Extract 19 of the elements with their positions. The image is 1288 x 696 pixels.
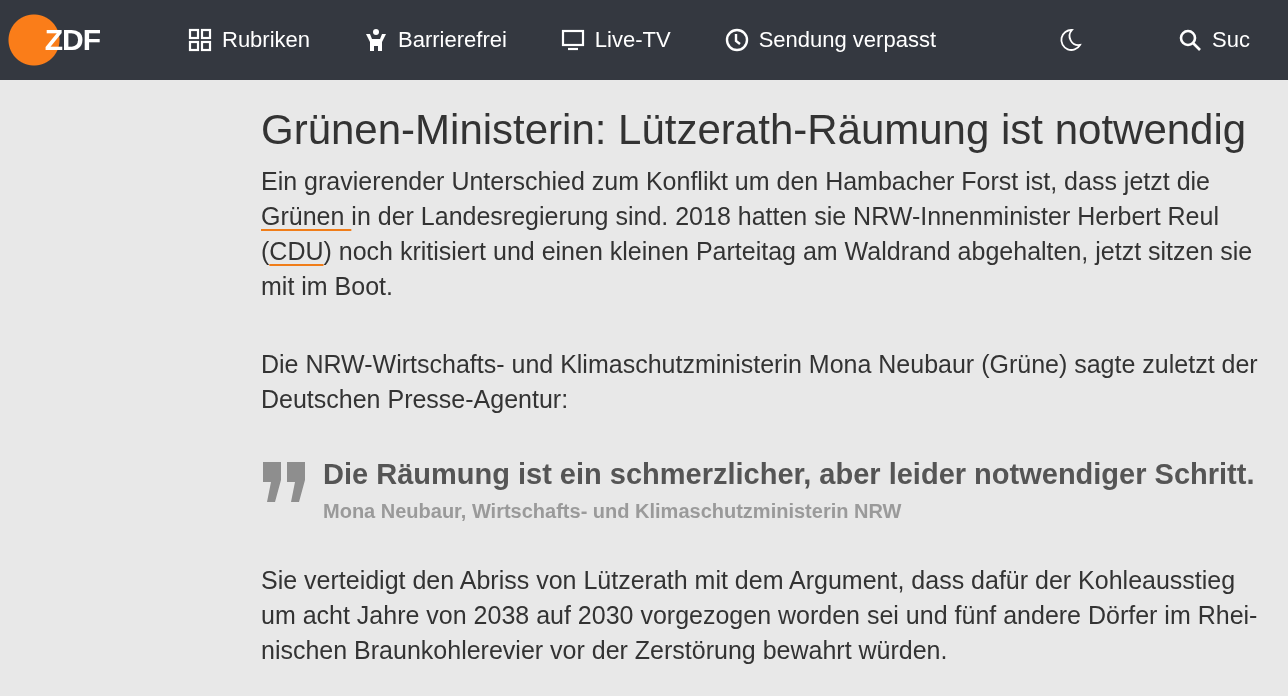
quote-source: Mona Neubaur, Wirtschafts- und Klimaschutzministerin NRW: [323, 500, 903, 523]
monitor-icon: [560, 28, 585, 52]
grid-icon: [188, 28, 212, 52]
article-paragraph: Die NRW-Wirtschafts- und Klimaschutzministerin Mona Neubaur (Grüne) sagte zuletzt der Deutschen Presse-Agentur:: [261, 349, 1259, 415]
nav-link[interactable]: Rubriken: [188, 27, 311, 53]
nav-link[interactable]: Suc: [1178, 27, 1250, 53]
moon-button[interactable]: [1058, 28, 1082, 52]
text-link[interactable]: CDU: [269, 237, 324, 265]
clock-icon: [724, 28, 749, 52]
search-icon: [1178, 28, 1202, 52]
text-link[interactable]: Grünen: [261, 202, 352, 230]
nav-link[interactable]: Sendung verpasst: [724, 27, 936, 53]
article-title: Grünen-Ministerin: Lützerath-Räumung ist notwendig: [261, 106, 1248, 154]
article-paragraph: Sie verteidigt den Abriss von Lützerath mit dem Argument, dass dafür der Kohleausstieg um acht Jahre von 2038 auf 2030 vorgezogen worden sei und fünf andere Dörfer im Rhei-nischen Braunkohlerevier vor der Zerstörung bewahrt würden.: [261, 565, 1259, 666]
person-icon: [364, 28, 389, 52]
quote-text: Die Räumung ist ein schmerzlicher, aber leider notwendiger Schritt.: [323, 457, 1255, 492]
nav-link[interactable]: Barrierefrei: [364, 27, 507, 53]
nav-link[interactable]: Live-TV: [560, 27, 671, 53]
article-paragraph: Ein gravierender Unterschied zum Konflikt um den Hambacher Forst ist, dass jetzt die Grünen in der Landesregierung sind. 2018 hatten sie NRW-Innenminister Herbert Reul (CDU) noch kritisiert und einen kleinen Parteitag am Waldrand abgehalten, jetzt sitzen sie mit im Boot.: [261, 166, 1254, 302]
